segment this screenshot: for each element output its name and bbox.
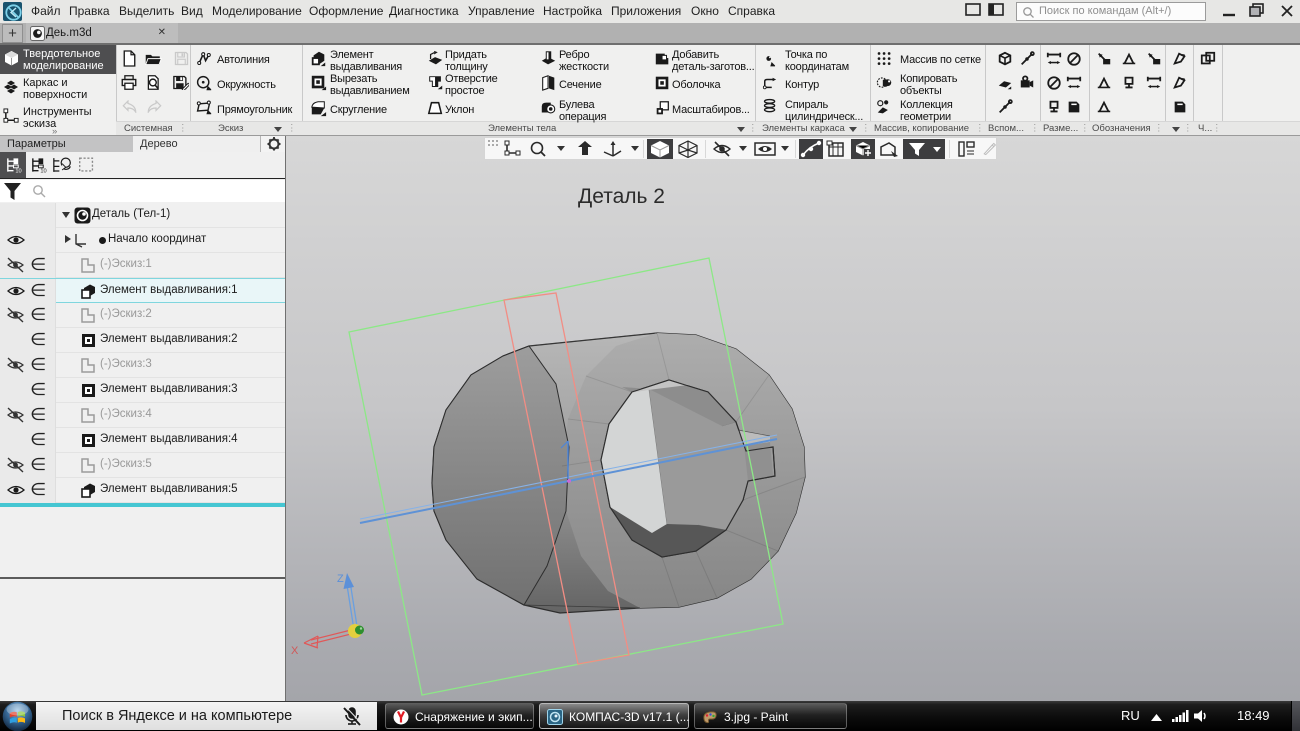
svg-text:Z: Z [337, 573, 344, 585]
svg-text:10: 10 [40, 169, 46, 174]
svg-text:X: X [291, 645, 299, 657]
svg-text:?: ? [1181, 53, 1186, 62]
svg-text:?: ? [1181, 77, 1186, 86]
svg-text:10: 10 [15, 169, 21, 174]
